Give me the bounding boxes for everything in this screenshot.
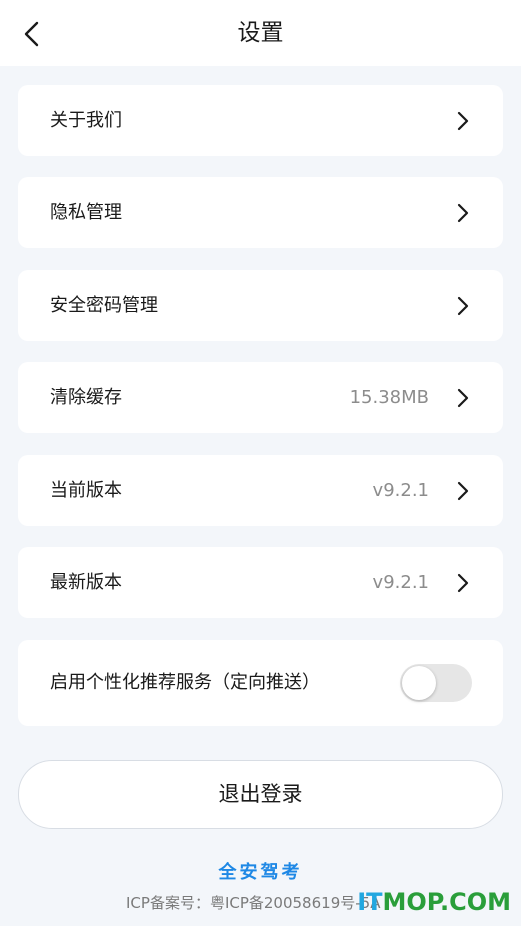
settings-item-label: 清除缓存 [50,387,122,408]
chevron-right-icon [457,573,469,593]
watermark-part-a: IT [357,888,383,916]
settings-item-personalized-recommendation: 启用个性化推荐服务（定向推送） [18,640,503,726]
settings-item-security-password[interactable]: 安全密码管理 [18,270,503,341]
latest-version-value: v9.2.1 [372,572,429,593]
chevron-right-icon [457,111,469,131]
watermark-part-b: MOP.COM [382,888,511,916]
personalized-recommendation-toggle[interactable] [400,664,472,702]
settings-item-label: 当前版本 [50,480,122,501]
header-bar: 设置 [0,0,521,66]
site-watermark: ITMOP.COM [357,887,511,917]
settings-item-clear-cache[interactable]: 清除缓存 15.38MB [18,362,503,433]
settings-item-label: 关于我们 [50,110,122,131]
logout-button[interactable]: 退出登录 [18,760,503,829]
brand-name: 全安驾考 [218,862,303,883]
toggle-knob [402,666,436,700]
settings-item-privacy[interactable]: 隐私管理 [18,177,503,248]
settings-item-latest-version[interactable]: 最新版本 v9.2.1 [18,547,503,618]
settings-item-label: 安全密码管理 [50,295,158,316]
settings-item-label: 启用个性化推荐服务（定向推送） [50,672,320,693]
chevron-right-icon [457,481,469,501]
settings-item-label: 隐私管理 [50,202,122,223]
current-version-value: v9.2.1 [372,480,429,501]
chevron-right-icon [457,203,469,223]
settings-item-label: 最新版本 [50,572,122,593]
chevron-right-icon [457,388,469,408]
page-title: 设置 [237,20,284,46]
cache-size-value: 15.38MB [349,387,429,408]
settings-item-about-us[interactable]: 关于我们 [18,85,503,156]
settings-item-current-version[interactable]: 当前版本 v9.2.1 [18,455,503,526]
icp-record-number: ICP备案号：粤ICP备20058619号-5A [126,894,381,912]
chevron-right-icon [457,296,469,316]
